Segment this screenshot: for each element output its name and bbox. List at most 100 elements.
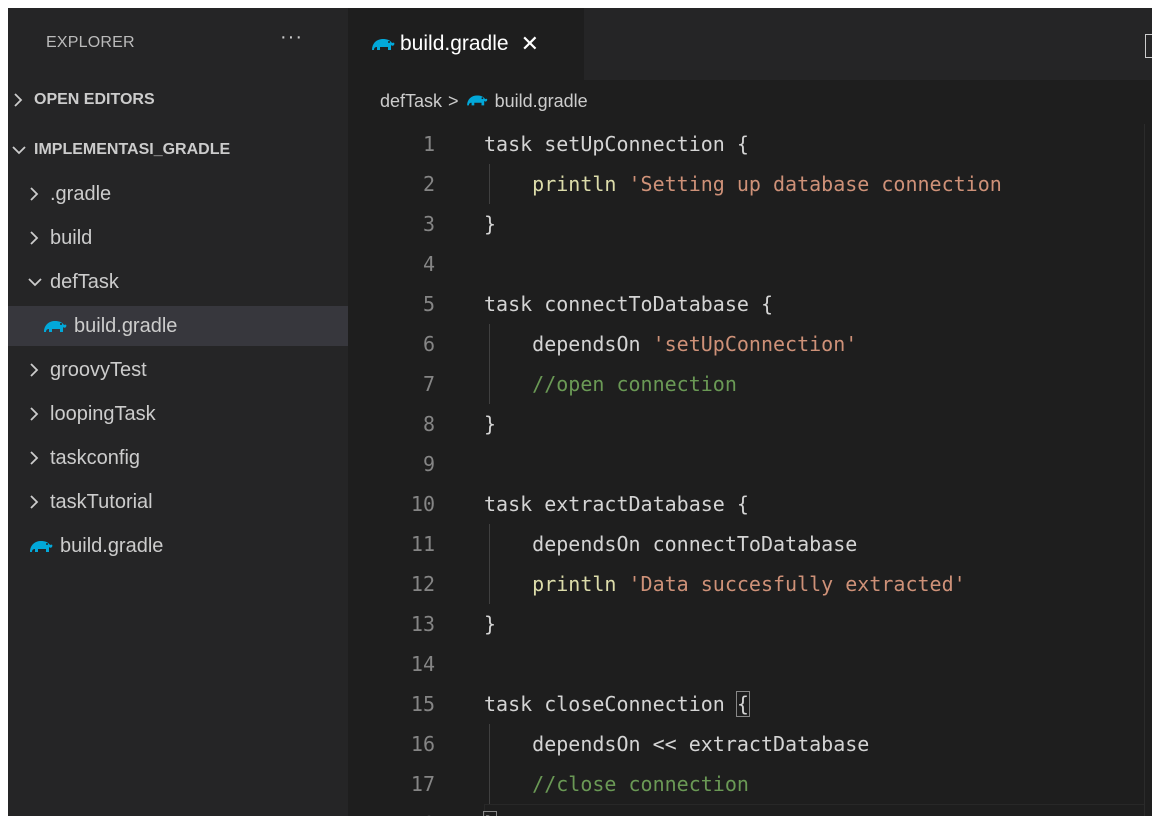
editor-area: build.gradle ✕ defTask > build.gradle 1 … (348, 8, 1152, 816)
folder-item[interactable]: groovyTest (8, 350, 348, 390)
tree-item-label: groovyTest (50, 358, 147, 381)
line-number: 18 (348, 804, 435, 816)
tab-build-gradle[interactable]: build.gradle ✕ (348, 8, 584, 80)
explorer-title: EXPLORER (46, 34, 135, 51)
folder-item[interactable]: .gradle (8, 174, 348, 214)
code-token: closeConnection (544, 692, 737, 716)
file-item[interactable]: build.gradle (8, 306, 348, 346)
chevron-right-icon (12, 93, 26, 107)
code-line: 6 dependsOn 'setUpConnection' (348, 324, 1152, 364)
breadcrumb-separator: > (448, 90, 459, 111)
code-text: task connectToDatabase { (484, 284, 773, 324)
chevron-right-icon (28, 451, 42, 465)
gradle-elephant-icon (465, 91, 489, 111)
code-token: 'setUpConnection' (652, 332, 858, 356)
folder-item[interactable]: taskTutorial (8, 482, 348, 522)
code-token: } (484, 412, 497, 436)
code-token: extractDatabase { (544, 492, 749, 516)
more-actions-icon[interactable]: ··· (280, 26, 303, 49)
code-text: dependsOn connectToDatabase (484, 524, 857, 564)
vscode-window: EXPLORER ··· OPEN EDITORS IMPLEMENTASI_G… (8, 8, 1152, 816)
code-line: 16 dependsOn << extractDatabase (348, 724, 1152, 764)
breadcrumb-file[interactable]: build.gradle (495, 91, 588, 112)
tree-item-label: loopingTask (50, 402, 156, 425)
code-text: //close connection (484, 764, 749, 804)
tree-item-label: .gradle (50, 182, 112, 205)
matching-bracket: } (482, 811, 498, 816)
tree-item-label: build (50, 226, 93, 249)
open-editors-label: OPEN EDITORS (34, 91, 155, 108)
code-token: task (484, 492, 545, 516)
code-line: 13} (348, 604, 1152, 644)
code-text: println 'Data succesfully extracted' (484, 564, 966, 604)
line-number: 1 (422, 132, 435, 156)
code-token: } (484, 212, 497, 236)
chevron-down-icon (28, 276, 42, 288)
code-line: 17 //close connection (348, 764, 1152, 804)
layout-toggle-icon[interactable] (1145, 34, 1152, 58)
line-number: 14 (410, 652, 435, 676)
code-token: println (532, 572, 617, 596)
breadcrumb: defTask > build.gradle (380, 86, 588, 116)
folder-item[interactable]: defTask (8, 262, 348, 302)
open-editors-section[interactable]: OPEN EDITORS (8, 80, 348, 120)
line-number: 13 (410, 612, 435, 636)
chevron-right-icon (28, 407, 42, 421)
code-line: 15 task closeConnection { (348, 684, 1152, 724)
code-token: //close connection (532, 772, 749, 796)
code-line: 11 dependsOn connectToDatabase (348, 524, 1152, 564)
code-text: task setUpConnection { (484, 124, 749, 164)
line-number: 7 (422, 372, 435, 396)
tree-item-label: taskconfig (50, 446, 141, 469)
folder-item[interactable]: taskconfig (8, 438, 348, 478)
code-text: } (482, 804, 498, 816)
gradle-elephant-icon (370, 34, 396, 54)
code-token: dependsOn connectToDatabase (484, 532, 858, 556)
gradle-elephant-icon (28, 536, 54, 556)
project-section[interactable]: IMPLEMENTASI_GRADLE (8, 130, 348, 170)
line-number: 8 (422, 412, 435, 436)
code-text: task extractDatabase { (484, 484, 749, 524)
code-text: } (484, 604, 496, 644)
code-token: task (484, 292, 545, 316)
close-icon[interactable]: ✕ (521, 31, 539, 57)
gradle-elephant-icon (42, 316, 68, 336)
line-number: 12 (410, 572, 435, 596)
file-item[interactable]: build.gradle (8, 526, 348, 566)
chevron-right-icon (28, 231, 42, 245)
line-number: 17 (410, 772, 435, 796)
code-token: } (484, 612, 497, 636)
chevron-right-icon (28, 187, 42, 201)
code-line: 1 task setUpConnection { (348, 124, 1152, 164)
tab-label: build.gradle (400, 32, 509, 55)
scrollbar[interactable] (1144, 124, 1152, 816)
code-text: task closeConnection { (484, 684, 750, 724)
code-line: 3} (348, 204, 1152, 244)
code-token: task (484, 132, 545, 156)
code-token: setUpConnection { (544, 132, 749, 156)
chevron-right-icon (28, 495, 42, 509)
tree-item-label: defTask (50, 270, 119, 293)
code-line: 14 (348, 644, 1152, 684)
explorer-header: EXPLORER ··· (8, 8, 348, 78)
folder-item[interactable]: loopingTask (8, 394, 348, 434)
line-number: 4 (422, 252, 435, 276)
breadcrumb-folder[interactable]: defTask (380, 91, 442, 112)
folder-item[interactable]: build (8, 218, 348, 258)
code-line: 4 (348, 244, 1152, 284)
tree-item-label: build.gradle (74, 314, 178, 337)
tree-item-label: build.gradle (60, 534, 164, 557)
explorer-sidebar: EXPLORER ··· OPEN EDITORS IMPLEMENTASI_G… (8, 8, 348, 816)
code-line: 8} (348, 404, 1152, 444)
line-number: 5 (422, 292, 435, 316)
code-line: 2 println 'Setting up database connectio… (348, 164, 1152, 204)
code-text: } (484, 404, 496, 444)
code-token: 'Setting up database connection (628, 172, 1002, 196)
code-line: 10 task extractDatabase { (348, 484, 1152, 524)
code-token: connectToDatabase { (544, 292, 773, 316)
